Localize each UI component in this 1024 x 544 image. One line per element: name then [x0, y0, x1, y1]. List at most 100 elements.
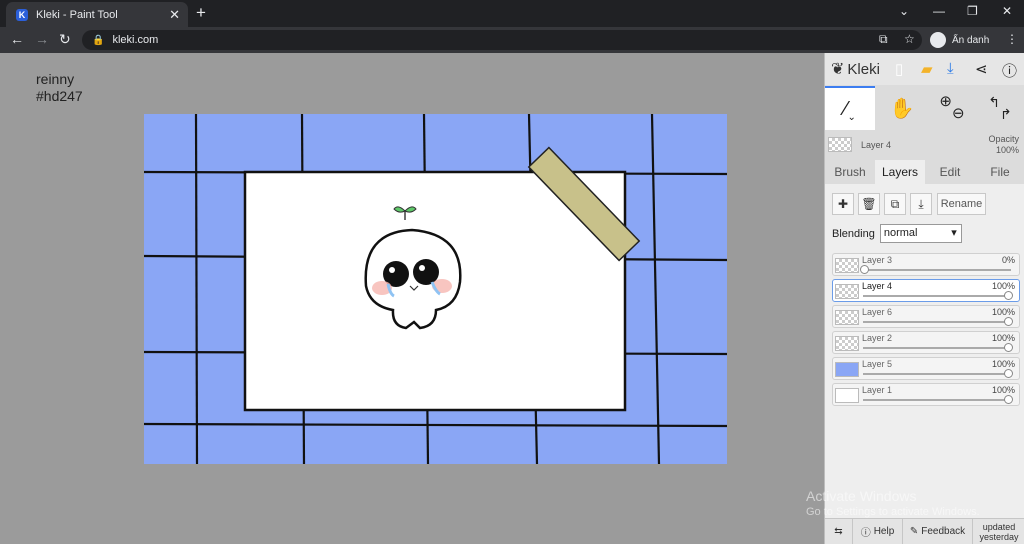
merge-down-icon: ⤓ — [918, 196, 924, 211]
layer-name: Layer 4 — [862, 281, 893, 291]
download-icon[interactable]: ⤓ — [947, 60, 954, 77]
watermark-subtitle: Go to Settings to activate Windows. — [806, 506, 980, 518]
layer-opacity: 100% — [991, 333, 1015, 343]
help-circle-icon[interactable]: ⓘ — [1002, 60, 1017, 81]
reload-icon[interactable]: ↻ — [59, 31, 71, 48]
brush-tool-button[interactable]: ⁄ ⌄ — [825, 86, 875, 130]
layer-opacity-slider[interactable] — [863, 373, 1011, 375]
blending-select[interactable]: normal — [879, 224, 962, 243]
activate-windows-watermark: Activate Windows Go to Settings to activ… — [806, 488, 980, 520]
layer-opacity-slider[interactable] — [863, 347, 1011, 349]
tool-row: ⁄ ⌄ ✋ ⊕ ⊖ ↰ ↱ — [825, 86, 1024, 130]
layer-opacity: 100% — [991, 385, 1015, 395]
browser-tab[interactable]: K Kleki - Paint Tool ✕ — [6, 2, 188, 27]
layer-opacity-knob[interactable] — [860, 265, 869, 274]
tab-file[interactable]: File — [975, 160, 1024, 184]
layer-item[interactable]: Layer 2 100% — [832, 331, 1020, 354]
trash-icon: 🗑 — [861, 197, 877, 211]
layer-name: Layer 2 — [862, 333, 893, 343]
zoom-buttons[interactable]: ⊕ ⊖ — [929, 86, 975, 130]
new-image-icon[interactable]: ▯ — [895, 60, 903, 78]
layer-thumbnail — [835, 336, 859, 351]
blending-row: Blending normal — [832, 224, 962, 243]
layer-name: Layer 5 — [862, 359, 893, 369]
add-layer-button[interactable]: ✚ — [832, 193, 854, 215]
address-bar[interactable]: 🔒 kleki.com — [82, 30, 922, 50]
layer-item[interactable]: Layer 4 100% — [832, 279, 1020, 302]
incognito-profile[interactable]: Ẩn danh — [930, 30, 989, 50]
rename-layer-button[interactable]: Rename — [937, 193, 986, 215]
layer-opacity-knob[interactable] — [1004, 291, 1013, 300]
zoom-out-icon[interactable]: ⊖ — [952, 104, 965, 122]
url-text: kleki.com — [112, 34, 159, 46]
browser-menu-icon[interactable]: ⋮ — [1006, 32, 1018, 46]
tab-search-icon[interactable]: ⌄ — [899, 4, 909, 18]
layer-item[interactable]: Layer 6 100% — [832, 305, 1020, 328]
layer-opacity: 0% — [1001, 255, 1015, 265]
duplicate-layer-button[interactable]: ⧉ — [884, 193, 906, 215]
layer-item[interactable]: Layer 3 0% — [832, 253, 1020, 276]
layer-opacity-knob[interactable] — [1004, 369, 1013, 378]
tab-layers[interactable]: Layers — [875, 160, 925, 184]
zoom-in-icon[interactable]: ⊕ — [939, 92, 952, 110]
layer-opacity-slider[interactable] — [863, 399, 1011, 401]
tab-brush[interactable]: Brush — [825, 160, 875, 184]
new-tab-icon[interactable]: + — [196, 3, 206, 23]
note-line-2: #hd247 — [36, 88, 83, 104]
share-icon[interactable]: ⋖ — [975, 60, 988, 78]
merge-down-button[interactable]: ⤓ — [910, 193, 932, 215]
blending-label: Blending — [832, 227, 875, 240]
layer-thumbnail — [835, 362, 859, 377]
duplicate-icon: ⧉ — [890, 196, 900, 211]
updated-line-2: yesterday — [979, 531, 1019, 542]
forward-icon[interactable]: → — [35, 31, 49, 47]
layer-item[interactable]: Layer 5 100% — [832, 357, 1020, 380]
restore-icon[interactable]: ❐ — [967, 4, 978, 18]
layer-opacity-slider[interactable] — [863, 295, 1011, 297]
watermark-title: Activate Windows — [806, 488, 917, 504]
layer-opacity-slider[interactable] — [863, 269, 1011, 271]
redo-icon[interactable]: ↱ — [1000, 106, 1012, 123]
undo-redo-buttons[interactable]: ↰ ↱ — [977, 86, 1023, 130]
layer-opacity-knob[interactable] — [1004, 343, 1013, 352]
current-layer-name: Layer 4 — [861, 140, 892, 150]
layer-thumbnail — [835, 258, 859, 273]
feedback-button[interactable]: ✎ Feedback — [903, 519, 973, 544]
close-window-icon[interactable]: ✕ — [1002, 4, 1012, 18]
kleki-logo: ❦ Kleki — [831, 59, 880, 79]
feedback-label: Feedback — [921, 526, 966, 537]
close-tab-icon[interactable]: ✕ — [169, 7, 180, 23]
updated-line-1: updated — [982, 521, 1016, 532]
open-file-icon[interactable]: ▰ — [921, 60, 933, 78]
hand-tool-button[interactable]: ✋ — [877, 86, 927, 130]
note-line-1: reinny — [36, 71, 75, 87]
bookmark-star-icon[interactable]: ☆ — [904, 32, 915, 46]
layer-thumbnail — [835, 284, 859, 299]
swap-side-button[interactable]: ⇆ — [825, 519, 853, 544]
swap-arrows-icon: ⇆ — [834, 526, 843, 537]
opacity-value: 100% — [995, 145, 1019, 155]
chevron-down-icon: ⌄ — [847, 111, 856, 123]
layer-opacity: 100% — [991, 281, 1015, 291]
tab-edit[interactable]: Edit — [925, 160, 975, 184]
layer-opacity-knob[interactable] — [1004, 395, 1013, 404]
updated-info[interactable]: updated yesterday — [973, 519, 1024, 544]
minimize-icon[interactable]: — — [933, 4, 945, 18]
layer-opacity-slider[interactable] — [863, 321, 1011, 323]
translate-icon[interactable]: ⧉ — [879, 32, 888, 47]
panel-tabs: Brush Layers Edit File — [825, 160, 1024, 184]
help-button[interactable]: ⓘ Help — [853, 519, 903, 544]
kleki-favicon-icon: K — [16, 8, 28, 21]
layer-thumbnail — [835, 388, 859, 403]
canvas-note: reinny #hd247 — [36, 71, 83, 105]
back-icon[interactable]: ← — [10, 31, 24, 47]
delete-layer-button[interactable]: 🗑 — [858, 193, 880, 215]
layer-name: Layer 6 — [862, 307, 893, 317]
layer-item[interactable]: Layer 1 100% — [832, 383, 1020, 406]
help-label: Help — [873, 526, 895, 537]
feedback-icon: ✎ — [909, 526, 919, 537]
app-name: Kleki — [847, 60, 880, 78]
layer-opacity-knob[interactable] — [1004, 317, 1013, 326]
drawing-canvas[interactable] — [144, 114, 727, 464]
undo-icon[interactable]: ↰ — [988, 94, 1000, 111]
